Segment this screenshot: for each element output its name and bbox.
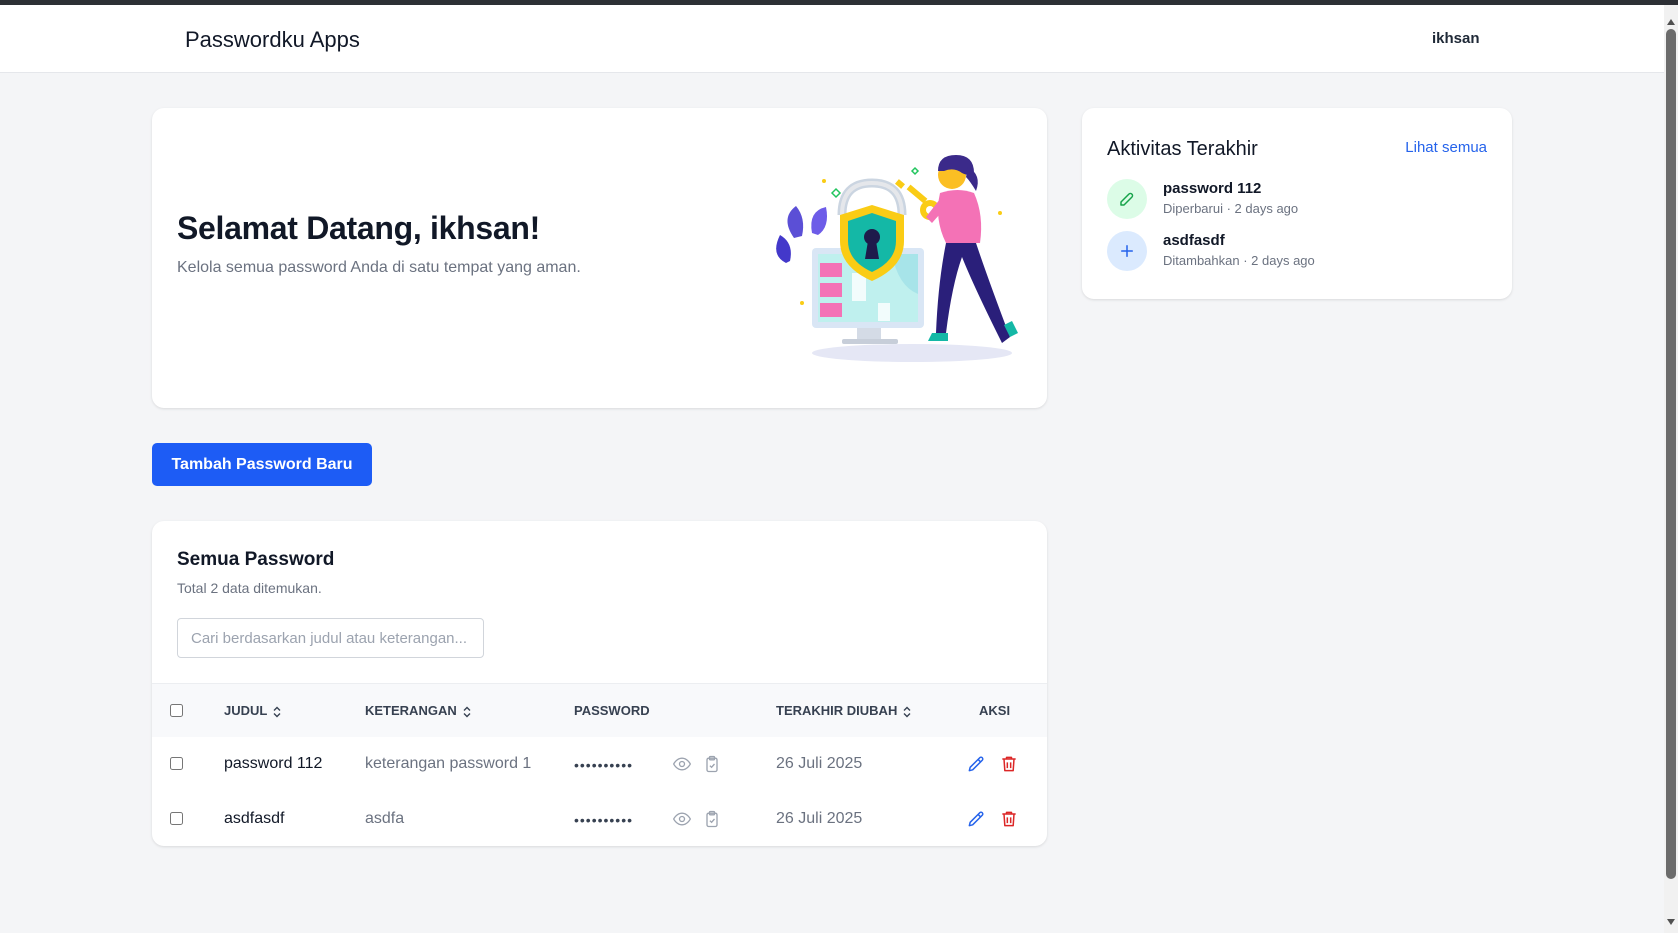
row-checkbox[interactable] xyxy=(170,812,183,825)
pencil-icon xyxy=(968,811,984,827)
scrollbar-thumb[interactable] xyxy=(1666,29,1676,879)
activity-item-meta: Diperbarui · 2 days ago xyxy=(1163,201,1299,216)
scroll-down-arrow-icon[interactable] xyxy=(1667,919,1675,925)
column-header-password: PASSWORD xyxy=(574,703,650,718)
trash-icon xyxy=(1002,811,1016,827)
security-illustration xyxy=(776,155,1018,362)
show-password-button[interactable] xyxy=(671,808,693,830)
scroll-up-arrow-icon[interactable] xyxy=(1667,19,1675,25)
password-table-card: Semua Password Total 2 data ditemukan. J… xyxy=(152,521,1047,846)
delete-button[interactable] xyxy=(998,808,1020,830)
copy-password-button[interactable] xyxy=(701,753,723,775)
show-password-button[interactable] xyxy=(671,753,693,775)
activity-item[interactable]: password 112 Diperbarui · 2 days ago xyxy=(1107,179,1487,219)
row-password-mask: •••••••••• xyxy=(574,812,634,828)
see-all-link[interactable]: Lihat semua xyxy=(1405,139,1487,156)
app-brand[interactable]: Passwordku Apps xyxy=(185,27,360,53)
eye-icon xyxy=(672,812,692,826)
table-count: Total 2 data ditemukan. xyxy=(177,580,322,596)
row-checkbox[interactable] xyxy=(170,757,183,770)
recent-activity-card: Aktivitas Terakhir Lihat semua password … xyxy=(1082,108,1512,299)
row-judul: password 112 xyxy=(224,755,323,772)
welcome-subtitle: Kelola semua password Anda di satu tempa… xyxy=(177,259,581,276)
navbar: Passwordku Apps ikhsan xyxy=(0,5,1664,73)
column-header-label: KETERANGAN xyxy=(365,703,457,718)
column-header-label: JUDUL xyxy=(224,703,268,718)
activity-item-meta: Ditambahkan · 2 days ago xyxy=(1163,253,1315,268)
trash-icon xyxy=(1002,756,1016,772)
sort-icon xyxy=(273,706,281,718)
eye-icon xyxy=(672,757,692,771)
edit-button[interactable] xyxy=(965,753,987,775)
table-row: password 112 keterangan password 1 •••••… xyxy=(152,737,1047,792)
pencil-icon xyxy=(968,756,984,772)
page-scrollbar[interactable] xyxy=(1664,5,1678,933)
table-row: asdfasdf asdfa •••••••••• 26 Juli 2025 xyxy=(152,792,1047,846)
column-header-keterangan[interactable]: KETERANGAN xyxy=(365,703,471,718)
activity-title: Aktivitas Terakhir xyxy=(1107,138,1258,160)
clipboard-icon xyxy=(706,755,718,773)
column-header-judul[interactable]: JUDUL xyxy=(224,703,281,718)
activity-item[interactable]: asdfasdf Ditambahkan · 2 days ago xyxy=(1107,231,1487,271)
select-all-checkbox[interactable] xyxy=(170,704,183,717)
edit-button[interactable] xyxy=(965,808,987,830)
row-keterangan: keterangan password 1 xyxy=(365,755,532,772)
row-password-mask: •••••••••• xyxy=(574,757,634,773)
column-header-label: TERAKHIR DIUBAH xyxy=(776,703,898,718)
welcome-card: Selamat Datang, ikhsan! Kelola semua pas… xyxy=(152,108,1047,408)
row-judul: asdfasdf xyxy=(224,810,285,827)
sort-icon xyxy=(463,706,471,718)
clipboard-icon xyxy=(706,810,718,828)
user-menu[interactable]: ikhsan xyxy=(1432,30,1480,47)
add-password-button[interactable]: Tambah Password Baru xyxy=(152,443,372,486)
delete-button[interactable] xyxy=(998,753,1020,775)
activity-edit-icon-wrap xyxy=(1107,179,1147,219)
table-title: Semua Password xyxy=(177,549,335,570)
table-header: JUDUL KETERANGAN PASSWORD TERAKHIR DIUBA… xyxy=(152,683,1047,737)
column-header-updated[interactable]: TERAKHIR DIUBAH xyxy=(776,703,911,718)
activity-item-name: password 112 xyxy=(1163,180,1262,197)
row-updated: 26 Juli 2025 xyxy=(776,755,863,772)
search-input[interactable] xyxy=(177,618,484,658)
column-header-actions: AKSI xyxy=(979,703,1011,718)
edit-icon xyxy=(1120,192,1134,206)
row-updated: 26 Juli 2025 xyxy=(776,810,863,827)
copy-password-button[interactable] xyxy=(701,808,723,830)
activity-item-name: asdfasdf xyxy=(1163,232,1225,249)
activity-plus-icon-wrap xyxy=(1107,231,1147,271)
row-keterangan: asdfa xyxy=(365,810,405,827)
plus-icon xyxy=(1121,245,1133,257)
sort-icon xyxy=(903,706,911,718)
welcome-title: Selamat Datang, ikhsan! xyxy=(177,210,540,246)
